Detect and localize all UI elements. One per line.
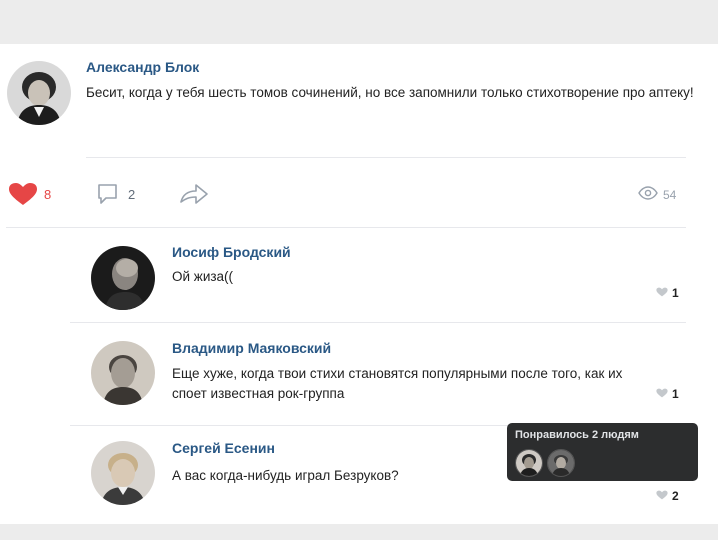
heart-icon xyxy=(656,286,668,300)
likes-tooltip: Понравилось 2 людям xyxy=(507,423,698,481)
comment-like-button[interactable]: 1 xyxy=(656,387,679,401)
views-count: 54 xyxy=(663,187,677,202)
comment-divider xyxy=(70,322,686,323)
eye-icon xyxy=(638,186,658,203)
comment-like-button[interactable]: 2 xyxy=(656,489,679,503)
post-author-name[interactable]: Александр Блок xyxy=(86,59,199,75)
heart-icon xyxy=(656,387,668,401)
comment-avatar[interactable] xyxy=(91,341,155,405)
liker-avatar[interactable] xyxy=(547,449,575,477)
comment-author-name[interactable]: Владимир Маяковский xyxy=(172,340,331,356)
heart-icon xyxy=(8,182,38,206)
comment-count: 2 xyxy=(128,186,136,202)
top-background xyxy=(0,0,718,44)
comment-text: Ой жиза(( xyxy=(172,269,234,284)
comment-text: Еще хуже, когда твои стихи становятся по… xyxy=(172,366,623,401)
post-author-avatar[interactable] xyxy=(7,61,71,125)
comment-icon xyxy=(96,182,120,206)
comment-avatar[interactable] xyxy=(91,441,155,505)
comment-avatar[interactable] xyxy=(91,246,155,310)
views-counter: 54 xyxy=(638,186,676,203)
comment-like-button[interactable]: 1 xyxy=(656,286,679,300)
liker-avatar[interactable] xyxy=(515,449,543,477)
share-button[interactable] xyxy=(178,182,210,206)
comments-divider xyxy=(6,227,686,228)
comment-text: А вас когда-нибудь играл Безруков? xyxy=(172,468,399,483)
comment-like-count: 1 xyxy=(672,387,679,401)
tooltip-title: Понравилось 2 людям xyxy=(515,429,639,441)
comment-author-name[interactable]: Сергей Есенин xyxy=(172,440,275,456)
share-icon xyxy=(178,182,210,206)
comment-like-count: 2 xyxy=(672,489,679,503)
like-button[interactable]: 8 xyxy=(8,182,51,206)
heart-icon xyxy=(656,489,668,503)
comment-author-name[interactable]: Иосиф Бродский xyxy=(172,244,291,260)
post-text: Бесит, когда у тебя шесть томов сочинени… xyxy=(86,85,694,100)
bottom-background xyxy=(0,524,718,540)
comment-like-count: 1 xyxy=(672,286,679,300)
comment-button[interactable]: 2 xyxy=(96,182,135,206)
like-count: 8 xyxy=(44,186,52,202)
post-divider xyxy=(86,157,686,158)
